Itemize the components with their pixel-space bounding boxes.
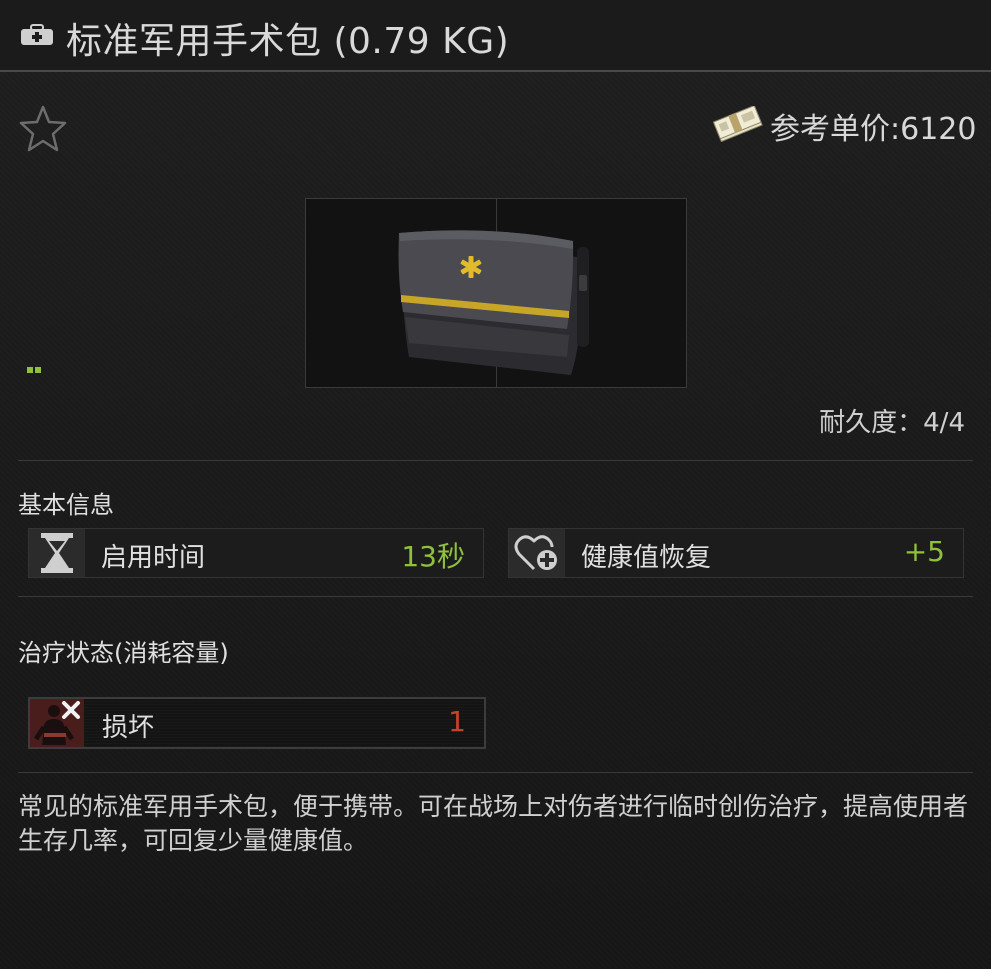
stat-value: 13秒	[401, 540, 465, 573]
section-title-treatment: 治疗状态(消耗容量)	[18, 639, 229, 667]
medkit-icon	[21, 24, 53, 45]
status-label: 损坏	[102, 713, 155, 743]
broken-limb-icon	[30, 699, 84, 747]
item-image-frame	[305, 198, 687, 388]
surgical-kit-bag-image	[398, 230, 589, 375]
item-detail-panel: 标准军用手术包 (0.79 KG) 参考单价:6120 耐久度：4/4 基本信息…	[0, 0, 991, 969]
section-title-basic-info: 基本信息	[18, 491, 114, 519]
divider	[18, 772, 973, 773]
cash-stack-icon	[712, 106, 763, 142]
hourglass-icon	[29, 529, 85, 577]
divider	[18, 460, 973, 461]
heart-plus-icon	[509, 529, 565, 577]
grid-size-indicator	[27, 358, 43, 377]
item-description: 常见的标准军用手术包，便于携带。可在战场上对伤者进行临时创伤治疗，提高使用者生存…	[18, 792, 969, 855]
durability-readout: 耐久度：4/4	[819, 408, 965, 438]
title-bar: 标准军用手术包 (0.79 KG)	[0, 0, 991, 72]
stat-label: 健康值恢复	[581, 543, 712, 573]
stat-health-recovery: 健康值恢复 +5	[508, 528, 964, 578]
stat-activation-time: 启用时间 13秒	[28, 528, 484, 578]
divider	[18, 596, 973, 597]
stat-value: +5	[903, 535, 945, 568]
status-value: 1	[448, 705, 466, 738]
item-title: 标准军用手术包 (0.79 KG)	[66, 21, 510, 62]
status-fracture: 损坏 1	[28, 697, 486, 749]
reference-price: 参考单价:6120	[770, 112, 977, 147]
stat-label: 启用时间	[101, 543, 206, 573]
favorite-star-icon[interactable]	[18, 104, 68, 154]
